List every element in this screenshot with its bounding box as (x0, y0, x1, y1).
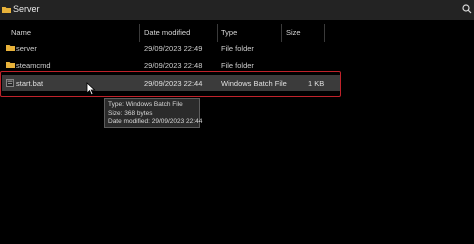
file-row-server[interactable]: server 29/09/2023 22:49 File folder (2, 40, 340, 56)
search-icon[interactable] (462, 4, 472, 14)
tooltip-date-modified: Date modified: 29/09/2023 22:44 (108, 118, 203, 125)
address-path[interactable]: Server (13, 4, 40, 14)
mouse-cursor-icon (86, 82, 96, 96)
column-header-type[interactable]: Type (221, 28, 237, 37)
file-date: 29/09/2023 22:49 (144, 44, 203, 53)
column-header-date-modified[interactable]: Date modified (144, 28, 190, 37)
file-type: File folder (221, 44, 254, 53)
file-type: File folder (221, 61, 254, 70)
column-header-name[interactable]: Name (11, 28, 31, 37)
folder-icon (6, 62, 15, 68)
folder-icon (6, 45, 15, 51)
tooltip-size: Size: 368 bytes (108, 109, 153, 117)
file-name: server (16, 44, 37, 53)
file-info-tooltip: Type: Windows Batch File Size: 368 bytes… (104, 98, 203, 128)
folder-icon (2, 7, 11, 13)
column-header-size[interactable]: Size (286, 28, 301, 37)
red-highlight-box (0, 71, 341, 97)
tooltip-type: Type: Windows Batch File (108, 101, 183, 108)
file-date: 29/09/2023 22:48 (144, 61, 203, 70)
file-name: steamcmd (16, 61, 51, 70)
file-explorer-window: Server Name Date modified Type Size serv… (0, 0, 474, 244)
address-bar[interactable]: Server (0, 0, 474, 20)
